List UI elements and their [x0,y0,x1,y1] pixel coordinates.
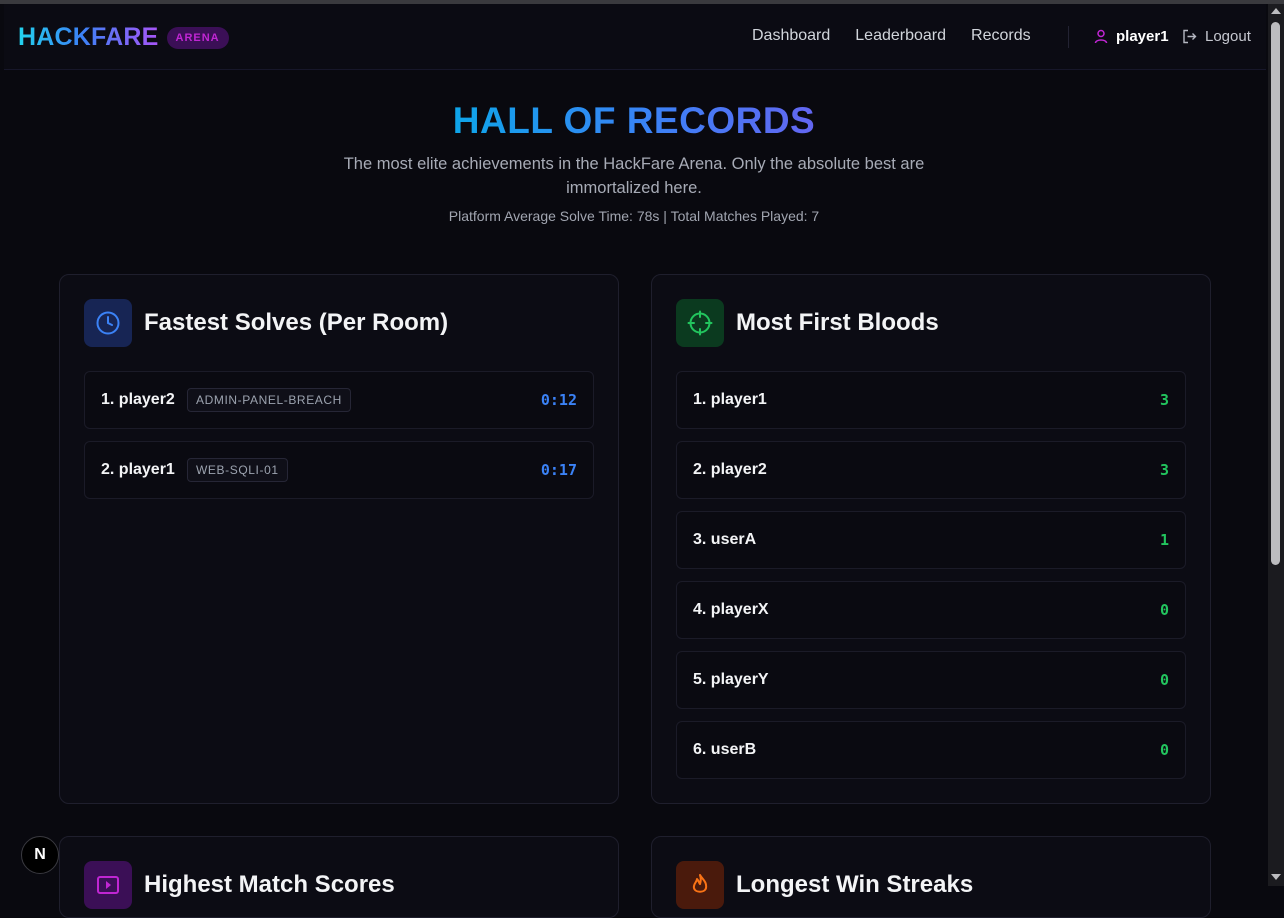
room-tag: WEB-SQLI-01 [187,458,288,482]
first-blood-count: 1 [1159,531,1169,549]
clock-icon [84,299,132,347]
crosshair-icon [676,299,724,347]
list-item: 5. playerY 0 [676,651,1186,709]
logout-button[interactable]: Logout [1182,28,1251,45]
platform-stats: Platform Average Solve Time: 78s | Total… [448,208,820,224]
dev-tools-label: N [34,846,46,863]
first-blood-count: 0 [1159,601,1169,619]
card-title: Highest Match Scores [144,871,395,898]
player-name: 3. userA [693,531,757,548]
room-tag: ADMIN-PANEL-BREACH [187,388,351,412]
highest-scores-card: Highest Match Scores [59,836,619,918]
player-name: 6. userB [693,741,757,758]
player-name: 2. player1 [101,461,175,478]
username: player1 [1116,28,1169,45]
card-header: Highest Match Scores [84,861,395,909]
first-blood-count: 3 [1159,461,1169,479]
player-name: 1. player2 [101,391,175,408]
card-title: Fastest Solves (Per Room) [144,309,449,336]
fastest-solves-card: Fastest Solves (Per Room) 1. player2 ADM… [59,274,619,804]
page-title: HALL OF RECORDS [452,100,816,141]
scroll-up-arrow[interactable] [1271,8,1281,14]
first-bloods-card: Most First Bloods 1. player1 3 2. player… [651,274,1211,804]
list-item: 3. userA 1 [676,511,1186,569]
nav-links: Dashboard Leaderboard Records [752,27,1056,45]
dev-tools-button[interactable]: N [21,836,59,874]
first-blood-count: 0 [1159,671,1169,689]
logout-label: Logout [1205,28,1251,45]
list-item: 6. userB 0 [676,721,1186,779]
user-profile[interactable]: player1 [1094,28,1169,45]
list-item: 1. player1 3 [676,371,1186,429]
card-title: Longest Win Streaks [736,871,974,898]
solve-time: 0:12 [540,391,577,409]
list-item: 2. player2 3 [676,441,1186,499]
player-name: 1. player1 [693,391,767,408]
hero: HALL OF RECORDS The most elite achieveme… [0,100,1268,224]
card-title: Most First Bloods [736,309,939,336]
solve-time: 0:17 [540,461,577,479]
first-blood-count: 0 [1159,741,1169,759]
player-name: 5. playerY [693,671,769,688]
player-name: 4. playerX [693,601,769,618]
list-item: 4. playerX 0 [676,581,1186,639]
card-header: Fastest Solves (Per Room) [84,299,448,347]
page-subtitle: The most elite achievements in the HackF… [343,155,925,197]
brand[interactable]: HACKFARE ARENA [18,23,229,52]
card-header: Longest Win Streaks [676,861,973,909]
player-name: 2. player2 [693,461,767,478]
first-blood-count: 3 [1159,391,1169,409]
scrollbar-thumb[interactable] [1271,22,1280,565]
list-item: 1. player2 ADMIN-PANEL-BREACH 0:12 [84,371,594,429]
flame-icon [676,861,724,909]
navbar: HACKFARE ARENA Dashboard Leaderboard Rec… [4,4,1266,70]
play-icon [84,861,132,909]
brand-logo-text[interactable]: HACKFARE [18,23,159,52]
nav-leaderboard-link[interactable]: Leaderboard [855,27,946,45]
user-icon [1094,29,1108,44]
scroll-down-arrow[interactable] [1271,874,1281,880]
list-item: 2. player1 WEB-SQLI-01 0:17 [84,441,594,499]
nav-records-link[interactable]: Records [971,27,1031,45]
arena-badge: ARENA [166,26,229,49]
logout-icon [1183,29,1197,44]
win-streaks-card: Longest Win Streaks [651,836,1211,918]
nav-divider [1068,26,1069,48]
card-header: Most First Bloods [676,299,939,347]
nav-dashboard-link[interactable]: Dashboard [752,27,830,45]
